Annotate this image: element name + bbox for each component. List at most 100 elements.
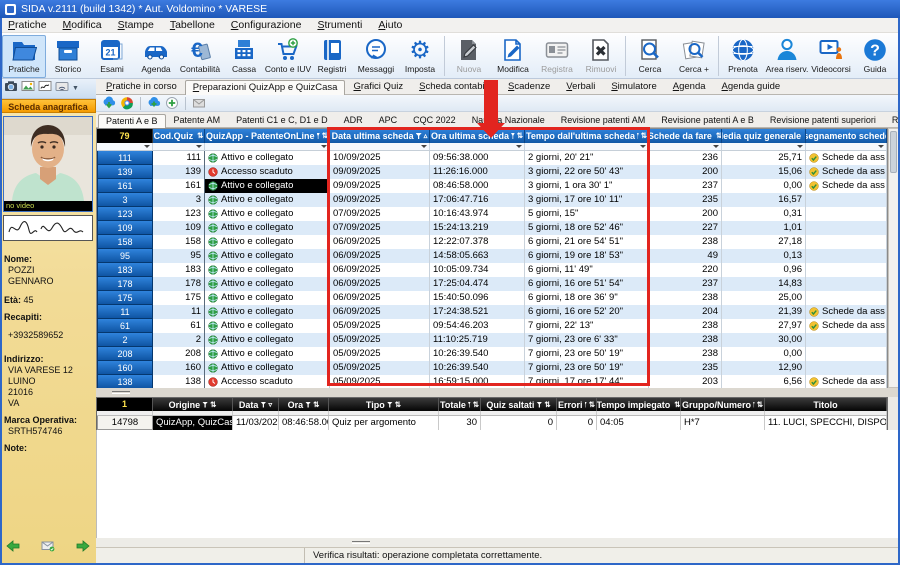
sort-icon[interactable]: ⇅ xyxy=(197,132,203,140)
cell-cod-quiz[interactable]: 123 xyxy=(153,207,205,221)
filter-funnel-icon[interactable] xyxy=(305,402,311,408)
row-header[interactable]: 109 xyxy=(97,221,153,235)
cell-stato[interactable]: Attivo e collegato xyxy=(205,179,330,193)
cell-stato[interactable]: Attivo e collegato xyxy=(205,277,330,291)
cell-assegnamento[interactable] xyxy=(806,249,887,263)
menu-aiuto[interactable]: Aiuto xyxy=(370,19,410,31)
cell-cod-quiz[interactable]: 111 xyxy=(153,151,205,165)
filter-funnel-icon[interactable] xyxy=(536,402,542,408)
cell-cod-quiz[interactable]: 175 xyxy=(153,291,205,305)
cell-assegnamento[interactable]: Schede da ass xyxy=(806,165,887,179)
filter-funnel-icon[interactable] xyxy=(416,133,422,139)
toolbar-button-videocorsi[interactable]: Videocorsi xyxy=(809,35,853,78)
column-header-data[interactable]: Data▿ xyxy=(233,398,279,411)
cell-media-quiz[interactable]: 27,97 xyxy=(722,319,806,333)
cell-media-quiz[interactable]: 1,01 xyxy=(722,221,806,235)
tab-preparazioni-quizapp-e-quizcasa[interactable]: Preparazioni QuizApp e QuizCasa xyxy=(185,80,346,95)
cell-media-quiz[interactable]: 25,00 xyxy=(722,291,806,305)
toolbar-button-agenda[interactable]: Agenda xyxy=(134,35,178,78)
tab-scadenze[interactable]: Scadenze xyxy=(500,79,558,94)
row-header[interactable]: 183 xyxy=(97,263,153,277)
cell-cod-quiz[interactable]: 158 xyxy=(153,235,205,249)
cell-tempo[interactable]: 6 giorni, 16 ore 52' 20" xyxy=(525,305,649,319)
row-header[interactable]: 139 xyxy=(97,165,153,179)
filter-funnel-icon[interactable] xyxy=(585,402,587,408)
sort-icon[interactable]: ⇅ xyxy=(517,132,523,140)
subtab-revisione-patenti-a-e-b[interactable]: Revisione patenti A e B xyxy=(653,113,762,127)
filter-cell[interactable] xyxy=(97,411,153,415)
filter-cell[interactable] xyxy=(279,411,329,415)
sort-icon[interactable]: ▿ xyxy=(268,401,272,409)
cell-data[interactable]: 06/09/2025 xyxy=(330,291,430,305)
cell-cod-quiz[interactable]: 178 xyxy=(153,277,205,291)
row-header[interactable]: 14798 xyxy=(97,416,153,430)
cell-ora[interactable]: 15:40:50.096 xyxy=(430,291,525,305)
grid-splitter[interactable] xyxy=(96,388,900,397)
subtab-patenti-a-e-b[interactable]: Patenti A e B xyxy=(98,114,166,128)
cell-schede-da-fare[interactable]: 238 xyxy=(649,319,722,333)
cell-saltati[interactable]: 0 xyxy=(481,416,557,430)
subtab-patenti-c1-e-c-d1-e-d[interactable]: Patenti C1 e C, D1 e D xyxy=(228,113,336,127)
sort-icon[interactable]: ⇅ xyxy=(757,401,763,409)
cell-cod-quiz[interactable]: 95 xyxy=(153,249,205,263)
cell-tempo[interactable]: 3 giorni, 1 ora 30' 1" xyxy=(525,179,649,193)
cell-tipo[interactable]: Quiz per argomento xyxy=(329,416,439,430)
splitter-handle[interactable] xyxy=(112,391,130,394)
cell-media-quiz[interactable]: 6,56 xyxy=(722,375,806,389)
cell-tempo[interactable]: 6 giorni, 21 ore 54' 51" xyxy=(525,235,649,249)
cell-assegnamento[interactable] xyxy=(806,333,887,347)
cell-cod-quiz[interactable]: 139 xyxy=(153,165,205,179)
cell-errori[interactable]: 0 xyxy=(557,416,597,430)
prev-student-button[interactable] xyxy=(6,539,20,557)
cell-tempo[interactable]: 6 giorni, 16 ore 51' 54" xyxy=(525,277,649,291)
cell-assegnamento[interactable] xyxy=(806,347,887,361)
toolbar-button-cerca[interactable]: Cerca + xyxy=(672,35,716,78)
cell-media-quiz[interactable]: 0,00 xyxy=(722,347,806,361)
cell-totale[interactable]: 30 xyxy=(439,416,481,430)
card-reader-icon[interactable] xyxy=(55,79,69,98)
row-header[interactable]: 158 xyxy=(97,235,153,249)
cell-gruppo[interactable]: H*7 xyxy=(681,416,765,430)
cloud-add-icon[interactable] xyxy=(147,96,161,110)
filter-funnel-icon[interactable] xyxy=(202,402,208,408)
cell-tempo[interactable]: 2 giorni, 20' 21" xyxy=(525,151,649,165)
column-header-tempo-dall-ultima-scheda[interactable]: Tempo dall'ultima scheda⇅ xyxy=(525,129,649,143)
cell-tempo[interactable]: 3 giorni, 17 ore 10' 11" xyxy=(525,193,649,207)
toolbar-button-modifica[interactable]: Modifica xyxy=(491,35,535,78)
cell-data[interactable]: 06/09/2025 xyxy=(330,263,430,277)
column-header-assegnamento-schede[interactable]: Assegnamento schede⇅ xyxy=(806,129,887,143)
cell-ora[interactable]: 09:54:46.203 xyxy=(430,319,525,333)
cell-schede-da-fare[interactable]: 238 xyxy=(649,347,722,361)
cell-schede-da-fare[interactable]: 220 xyxy=(649,263,722,277)
cell-stato[interactable]: Attivo e collegato xyxy=(205,221,330,235)
filter-funnel-icon[interactable] xyxy=(468,402,471,408)
toolbar-button-messaggi[interactable]: Messaggi xyxy=(354,35,398,78)
toolbar-button-contabilit[interactable]: €Contabilità xyxy=(178,35,222,78)
cell-ora[interactable]: 17:25:04.474 xyxy=(430,277,525,291)
subtab-adr[interactable]: ADR xyxy=(336,113,371,127)
cell-cod-quiz[interactable]: 208 xyxy=(153,347,205,361)
sort-icon[interactable]: ▵ xyxy=(424,132,428,140)
cell-media-quiz[interactable]: 14,83 xyxy=(722,277,806,291)
filter-cell[interactable] xyxy=(722,143,806,150)
tab-agenda-guide[interactable]: Agenda guide xyxy=(714,79,789,94)
cell-data[interactable]: 09/09/2025 xyxy=(330,193,430,207)
subtab-nautica-nazionale[interactable]: Nautica Nazionale xyxy=(464,113,553,127)
column-header-titolo[interactable]: Titolo xyxy=(765,398,887,411)
toolbar-button-pratiche[interactable]: Pratiche xyxy=(2,35,46,78)
scrollbar-thumb[interactable] xyxy=(890,131,897,173)
tab-verbali[interactable]: Verbali xyxy=(558,79,603,94)
send-mail-button[interactable] xyxy=(41,539,55,557)
menu-strumenti[interactable]: Strumenti xyxy=(309,19,370,31)
cell-media-quiz[interactable]: 15,06 xyxy=(722,165,806,179)
cell-ora[interactable]: 10:26:39.540 xyxy=(430,361,525,375)
cell-schede-da-fare[interactable]: 204 xyxy=(649,305,722,319)
filter-cell[interactable] xyxy=(597,411,681,415)
tab-pratiche-in-corso[interactable]: Pratiche in corso xyxy=(98,79,185,94)
cell-data[interactable]: 10/09/2025 xyxy=(330,151,430,165)
menu-stampe[interactable]: Stampe xyxy=(110,19,162,31)
column-header-gruppo-numero[interactable]: Gruppo/Numero⇅ xyxy=(681,398,765,411)
filter-cell[interactable] xyxy=(525,143,649,150)
cell-cod-quiz[interactable]: 109 xyxy=(153,221,205,235)
cell-stato[interactable]: Attivo e collegato xyxy=(205,193,330,207)
